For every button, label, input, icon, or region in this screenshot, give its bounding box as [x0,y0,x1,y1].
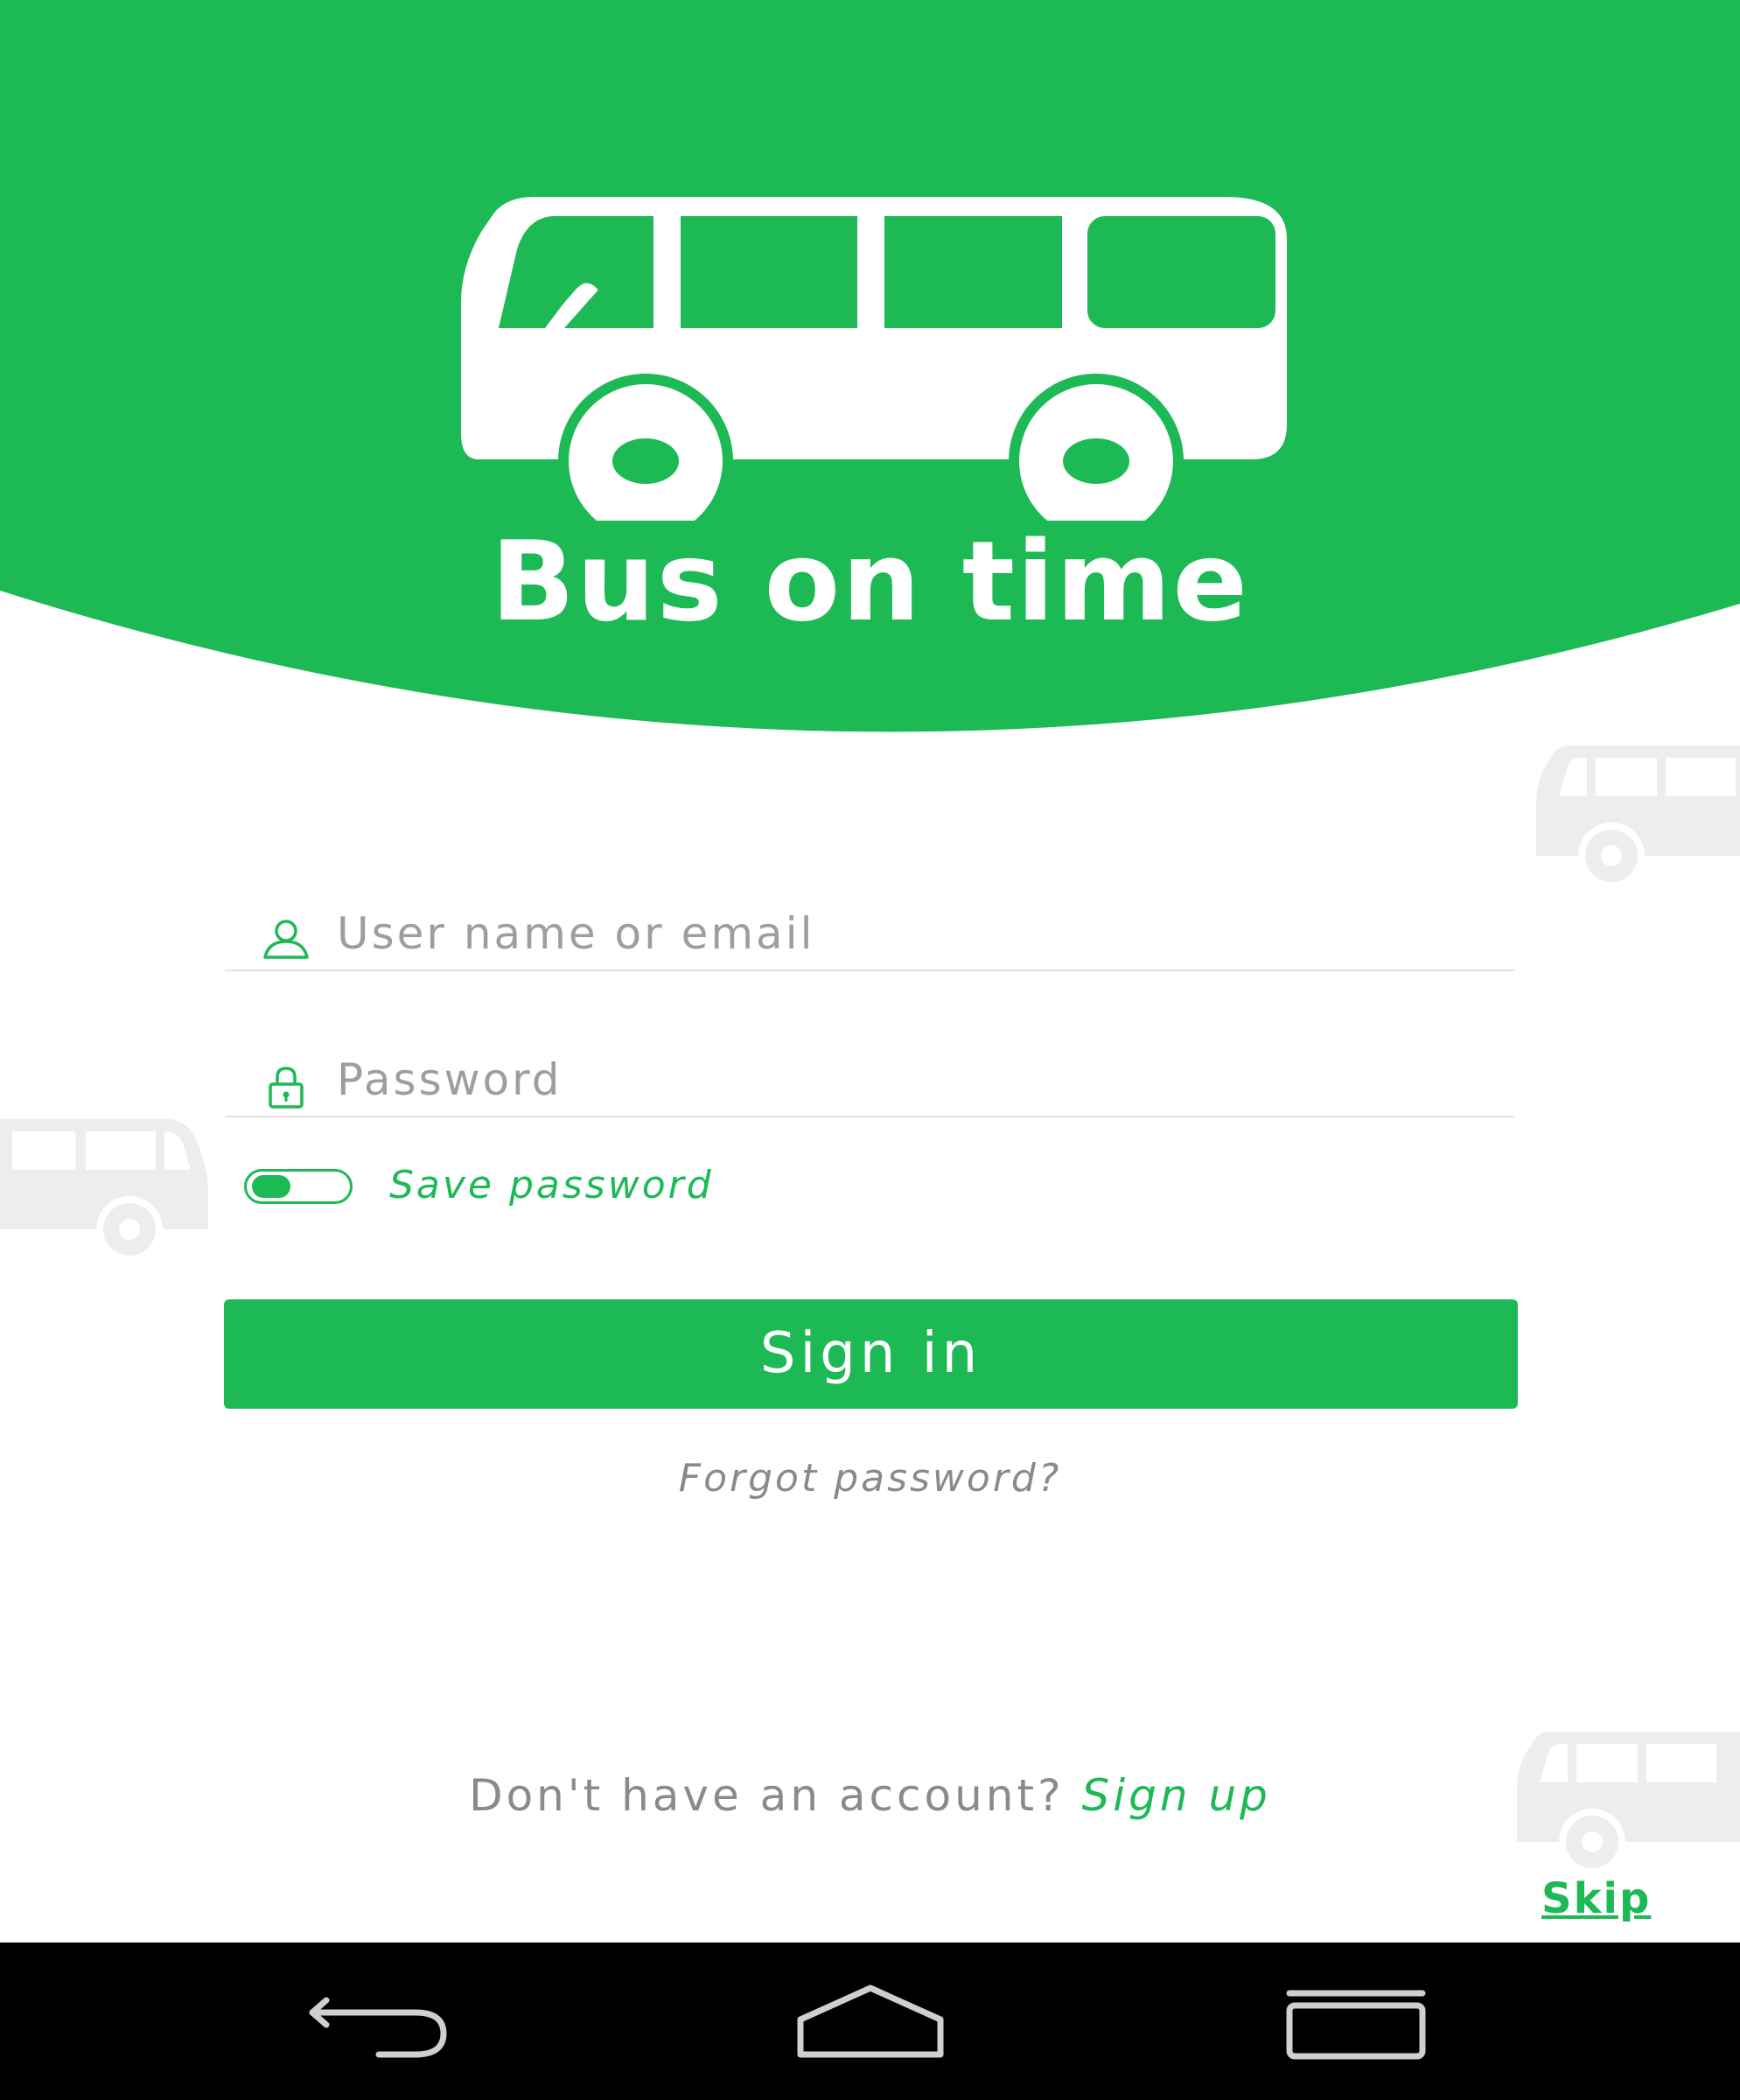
username-field[interactable] [225,900,1515,971]
user-icon [263,920,309,959]
back-icon[interactable] [302,1978,459,2065]
forgot-password-link[interactable]: Forgot password? [0,1452,1740,1505]
signup-prompt: Don't have an account? [469,1770,1082,1821]
password-input[interactable] [337,1046,1492,1114]
skip-link[interactable]: Skip [1541,1868,1651,1929]
save-password-toggle[interactable] [244,1169,353,1204]
sign-in-button[interactable]: Sign in [224,1299,1518,1409]
bus-logo-icon [461,197,1287,521]
system-nav-bar [0,1942,1740,2100]
recent-apps-icon[interactable] [1277,1978,1435,2065]
lock-icon [269,1067,304,1109]
toggle-knob [252,1175,290,1198]
password-field[interactable] [225,1046,1515,1117]
username-input[interactable] [337,900,1492,968]
save-password-label: Save password [389,1163,714,1208]
sign-up-link[interactable]: Sign up [1082,1770,1271,1821]
decorative-bus-icon [0,1119,208,1256]
home-icon[interactable] [792,1978,949,2065]
signup-row: Don't have an account? Sign up [0,1765,1740,1826]
app-title: Bus on time [491,517,1249,646]
decorative-bus-icon [1536,746,1740,882]
